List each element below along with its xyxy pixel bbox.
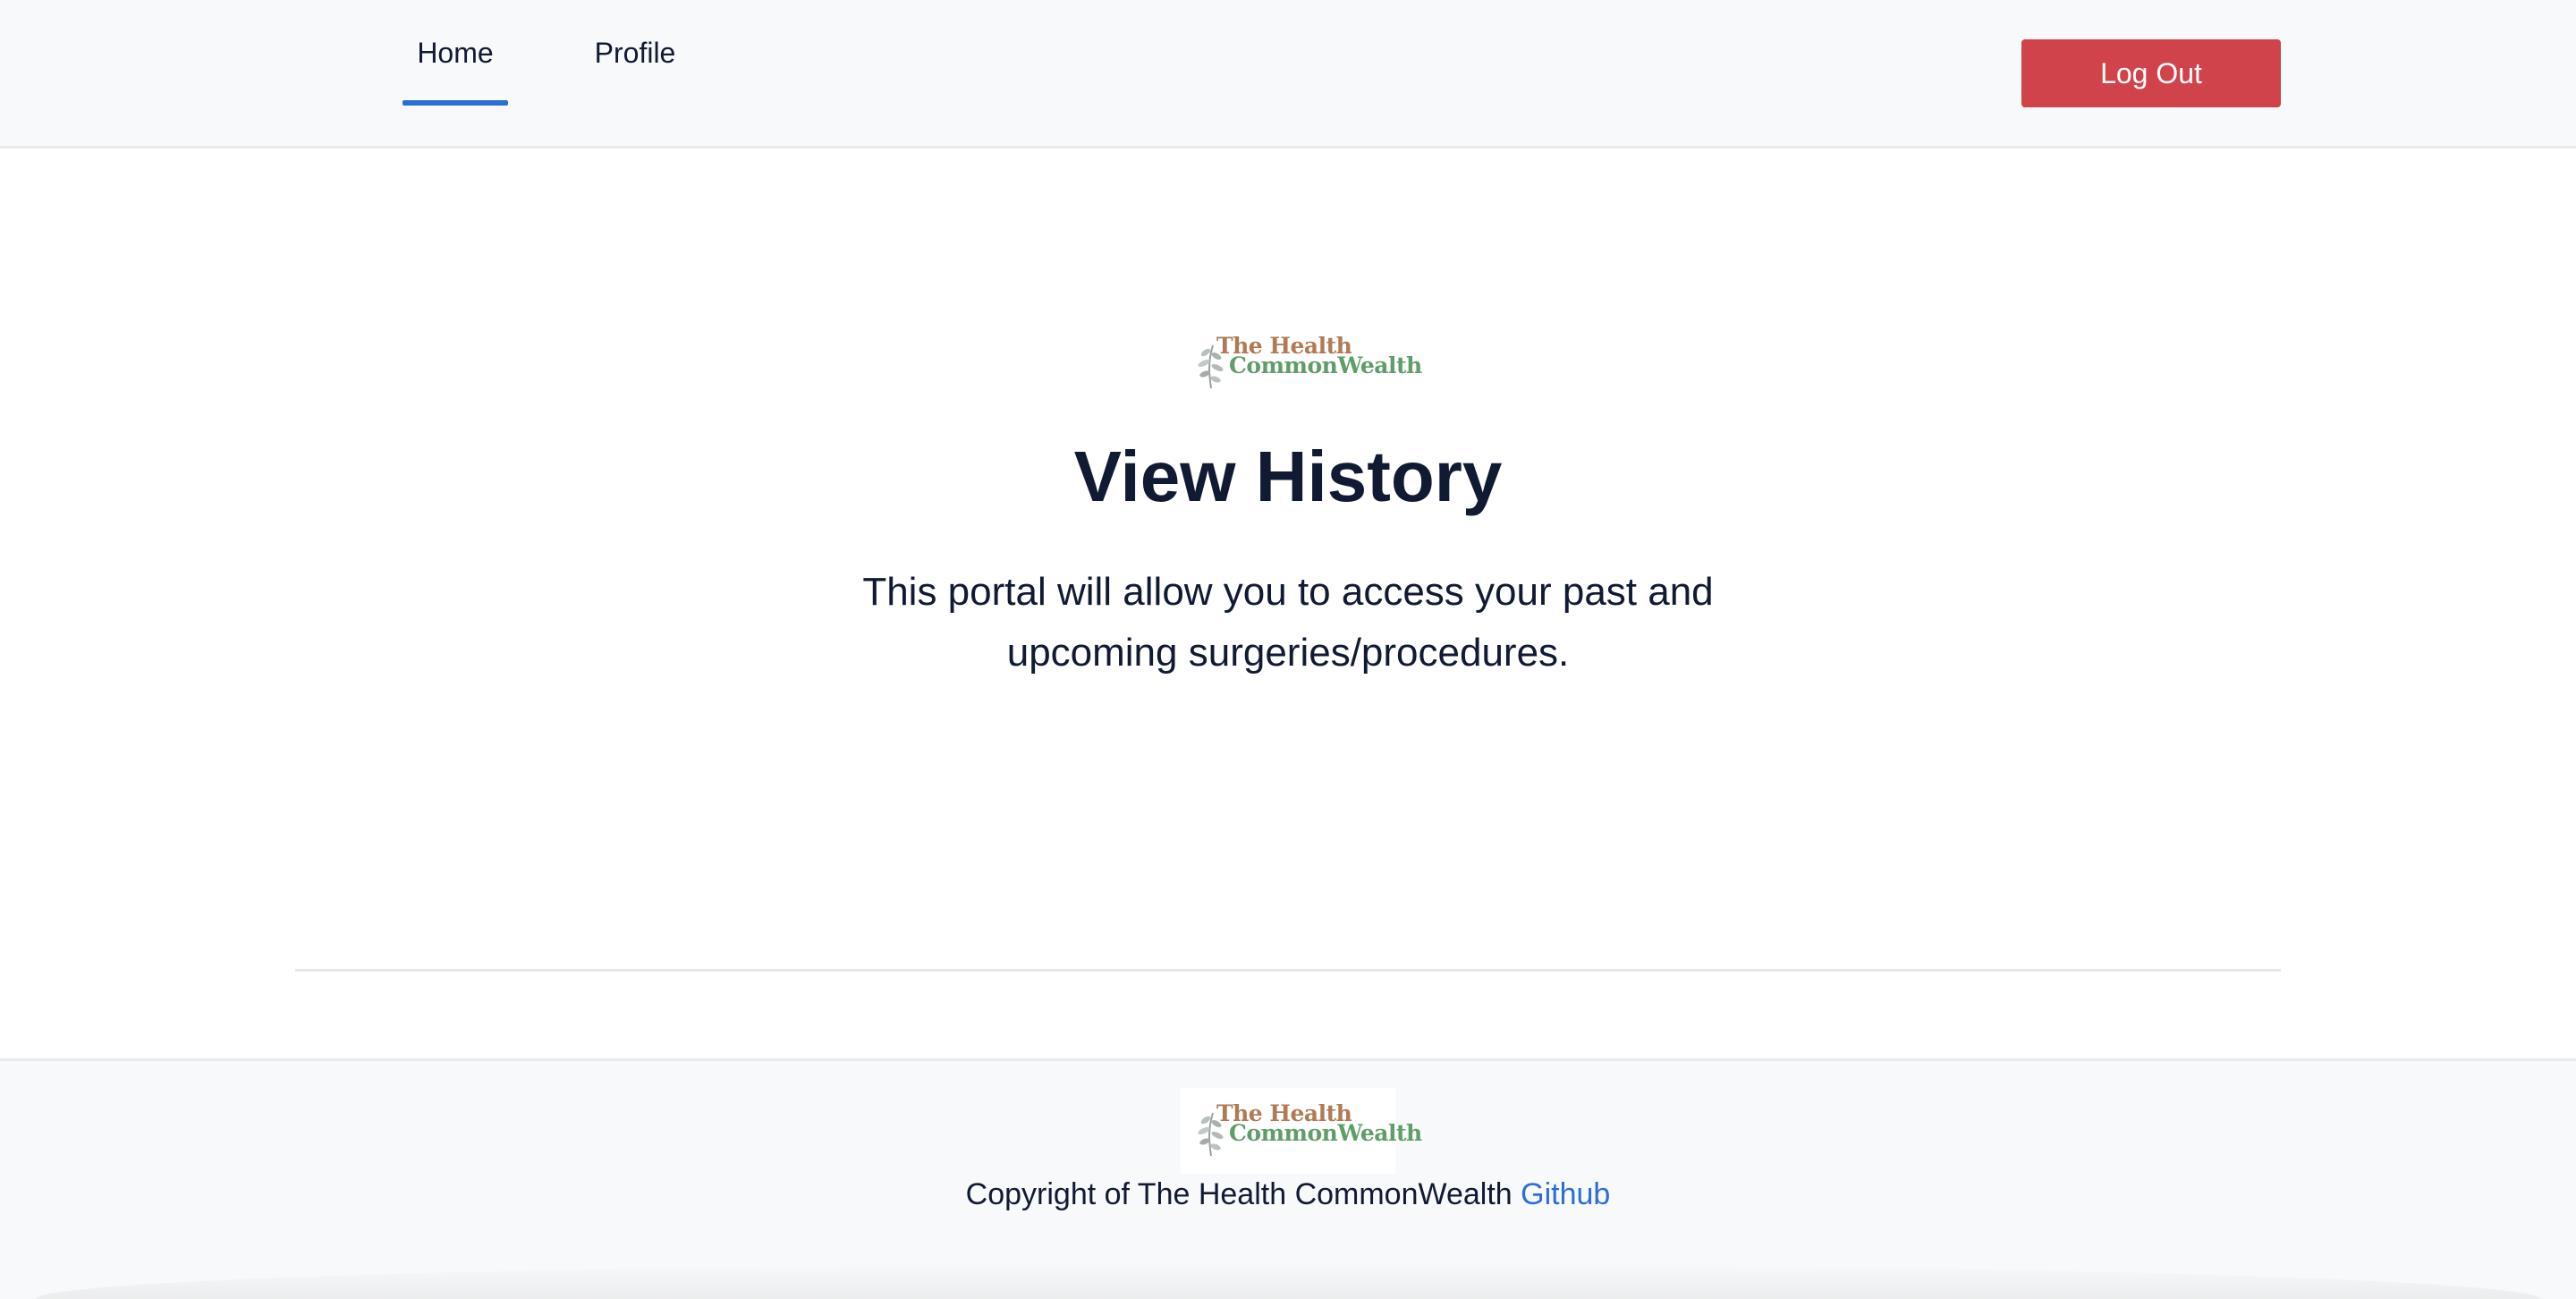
copyright-line: Copyright of The Health CommonWealth Git… (0, 1177, 2576, 1212)
footer-logo: The Health CommonWealth (1181, 1088, 1422, 1174)
footer-shadow (36, 1263, 2540, 1299)
nav-tab-home-label: Home (417, 36, 494, 69)
top-navbar: Home Profile Log Out (0, 0, 2576, 149)
footer-logo-text-line2: CommonWealth (1229, 1120, 1422, 1146)
page-title: View History (1073, 437, 1503, 516)
nav-tab-profile[interactable]: Profile (580, 0, 691, 106)
github-link[interactable]: Github (1521, 1177, 1610, 1211)
hero-description: This portal will allow you to access you… (862, 570, 1714, 675)
nav-tab-profile-label: Profile (594, 36, 676, 69)
nav-tab-home[interactable]: Home (402, 0, 508, 106)
logout-button[interactable]: Log Out (2021, 39, 2281, 107)
logo-text-line2: CommonWealth (1229, 352, 1422, 378)
copyright-text: Copyright of The Health CommonWealth (965, 1177, 1513, 1211)
brand-logo: The Health CommonWealth (1181, 320, 1422, 406)
section-divider (295, 969, 2281, 972)
